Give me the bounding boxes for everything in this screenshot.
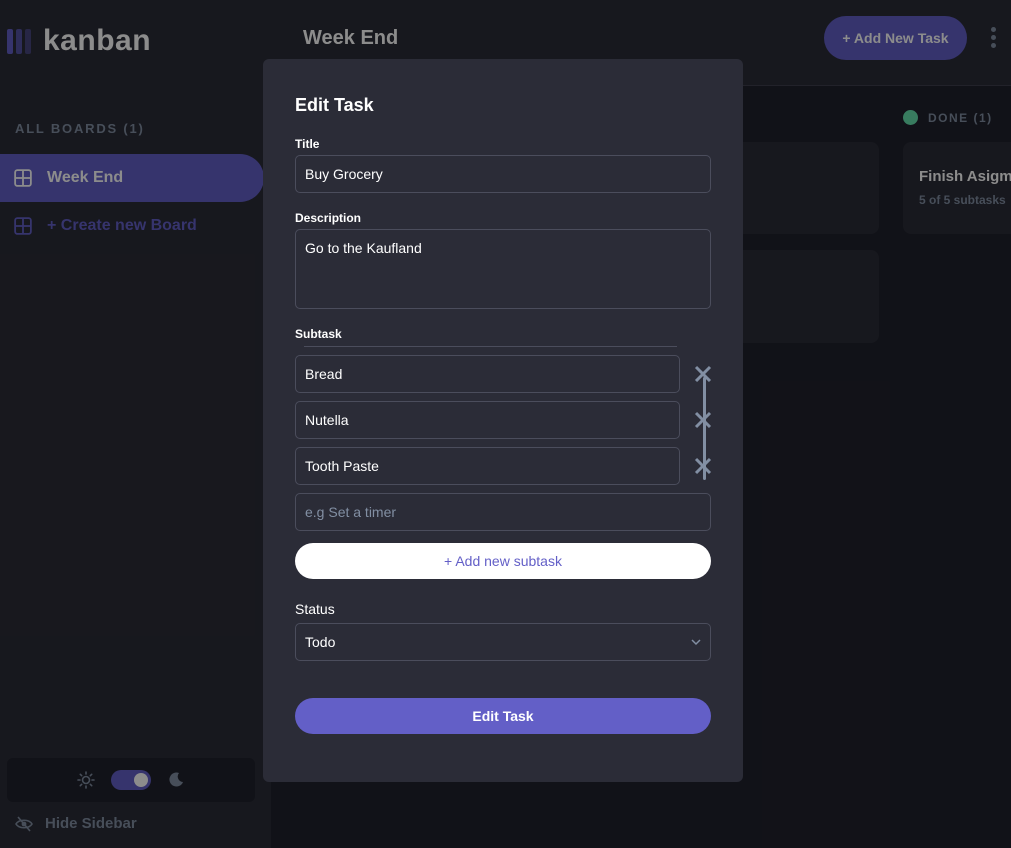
chevron-down-icon xyxy=(691,638,701,645)
subtask-input[interactable]: Nutella xyxy=(295,401,680,439)
new-subtask-input[interactable]: e.g Set a timer xyxy=(295,493,711,531)
subtask-input[interactable]: Tooth Paste xyxy=(295,447,680,485)
edit-task-modal: Edit Task Title Buy Grocery Description … xyxy=(263,59,743,782)
title-input[interactable]: Buy Grocery xyxy=(295,155,711,193)
add-subtask-button[interactable]: + Add new subtask xyxy=(295,543,711,579)
edit-task-submit-button[interactable]: Edit Task xyxy=(295,698,711,734)
divider xyxy=(304,346,677,347)
status-label: Status xyxy=(295,601,335,617)
title-label: Title xyxy=(295,137,320,151)
subtask-input[interactable]: Bread xyxy=(295,355,680,393)
subtask-scrollbar[interactable] xyxy=(703,377,706,480)
modal-title: Edit Task xyxy=(295,95,374,115)
status-select[interactable]: Todo xyxy=(295,623,711,661)
subtask-label: Subtask xyxy=(295,327,342,341)
description-label: Description xyxy=(295,211,362,225)
description-textarea[interactable]: Go to the Kaufland xyxy=(295,229,711,309)
status-value: Todo xyxy=(305,634,336,650)
